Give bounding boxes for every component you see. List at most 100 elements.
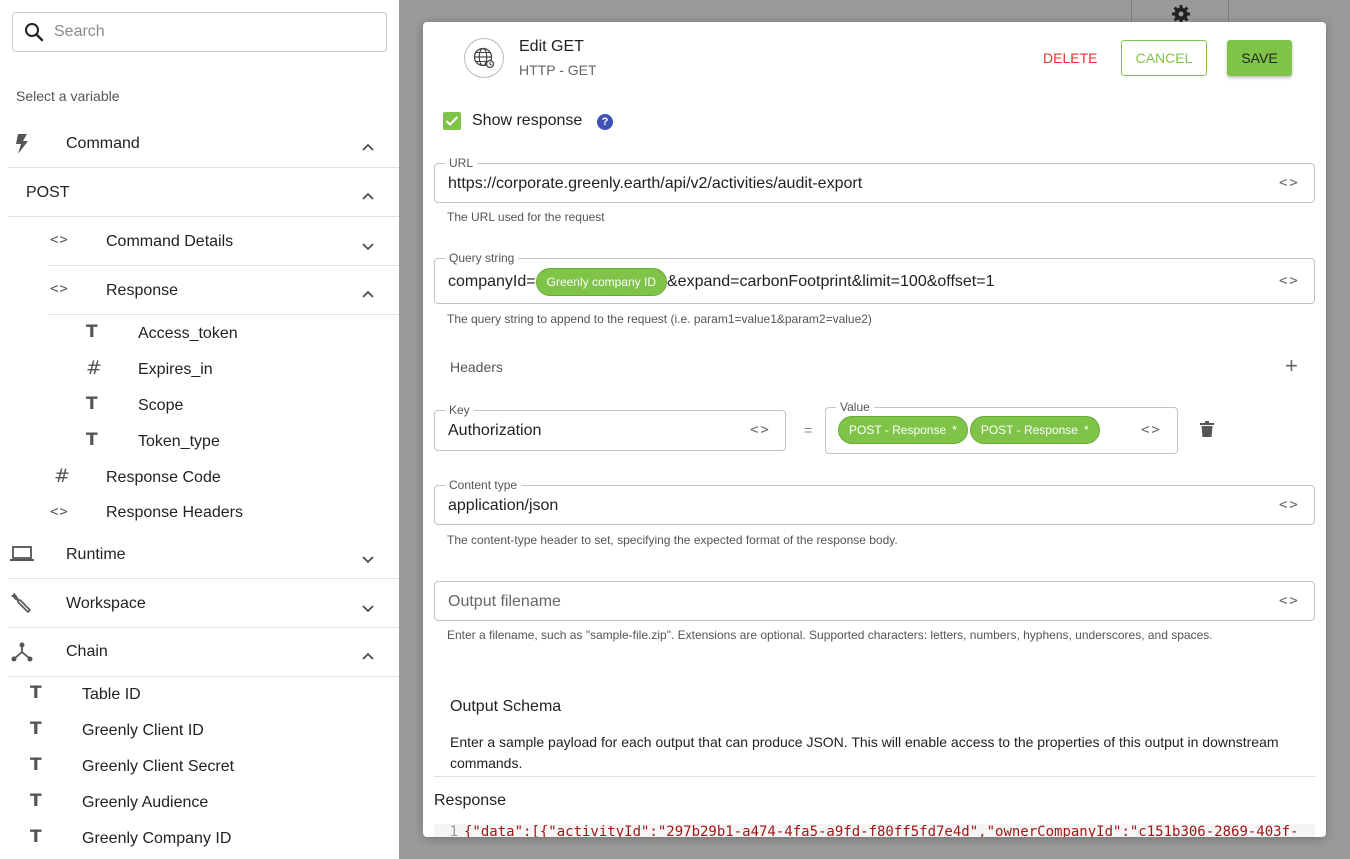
search-icon [25, 23, 44, 42]
sidebar-item-label: Table ID [82, 686, 141, 703]
code-icon[interactable]: <> [1279, 273, 1300, 289]
response-code-editor[interactable]: 1 {"data":[{"activityId":"297b29b1-a474-4… [434, 824, 1315, 837]
sidebar-item-runtime[interactable]: Runtime [8, 530, 399, 579]
header-value-chips: POST - Response * POST - Response * [838, 416, 1100, 444]
sidebar-item-label: Chain [66, 643, 108, 660]
sidebar-item-label: Greenly Audience [82, 794, 209, 811]
sidebar-item-label: POST [26, 184, 70, 201]
post-response-chip[interactable]: POST - Response * [969, 416, 1100, 444]
text-type-icon: T [30, 827, 42, 847]
code-icon: <> [50, 232, 69, 248]
show-response-label: Show response [472, 112, 583, 129]
header-key-field[interactable]: Key Authorization <> [434, 403, 786, 451]
content-type-field[interactable]: Content type application/json <> [434, 478, 1315, 525]
sidebar-item-label: Greenly Company ID [82, 830, 232, 847]
sidebar-item-label: Workspace [66, 595, 146, 612]
post-response-chip[interactable]: POST - Response * [838, 416, 968, 444]
chip-label: POST - Response [980, 423, 1078, 437]
chevron-up-icon[interactable] [362, 647, 374, 665]
sidebar-item-expires-in[interactable]: # Expires_in [80, 352, 399, 388]
number-type-icon: # [86, 357, 102, 379]
sidebar-item-greenly-company-id[interactable]: T Greenly Company ID [24, 821, 399, 857]
header-key-value: Authorization [448, 422, 542, 439]
sidebar-item-label: Greenly Client Secret [82, 758, 235, 775]
line-number: 1 [449, 824, 458, 837]
sidebar-item-post[interactable]: POST [8, 169, 399, 217]
chain-icon [11, 641, 33, 663]
text-type-icon: T [30, 755, 42, 775]
code-icon[interactable]: <> [1279, 497, 1300, 513]
dialog-subtitle: HTTP - GET [519, 62, 597, 78]
output-schema-description: Enter a sample payload for each output t… [450, 734, 1279, 771]
header-value-field[interactable]: Value POST - Response * POST - Response * … [825, 400, 1178, 454]
query-suffix: &expand=carbonFootprint&limit=100&offset… [667, 273, 995, 290]
code-icon[interactable]: <> [750, 422, 771, 438]
sidebar-item-label: Access_token [138, 325, 238, 342]
delete-button[interactable]: DELETE [1032, 40, 1108, 76]
laptop-icon [10, 546, 34, 562]
search-input[interactable] [54, 23, 354, 41]
cancel-button[interactable]: CANCEL [1121, 40, 1207, 76]
url-helper-text: The URL used for the request [447, 210, 605, 224]
sidebar-item-label: Response [106, 282, 179, 299]
url-value: https://corporate.greenly.earth/api/v2/a… [448, 175, 863, 192]
text-type-icon: T [30, 719, 42, 739]
sidebar-item-label: Scope [138, 397, 184, 414]
sidebar-item-token-type[interactable]: T Token_type [80, 424, 399, 460]
select-variable-label: Select a variable [16, 88, 120, 104]
content-type-value: application/json [448, 497, 559, 514]
sidebar-item-workspace[interactable]: Workspace [8, 579, 399, 628]
output-filename-placeholder: Output filename [448, 593, 561, 610]
search-box[interactable] [12, 12, 387, 52]
url-label: URL [445, 156, 478, 170]
code-icon[interactable]: <> [1141, 422, 1162, 438]
sidebar-item-greenly-client-secret[interactable]: T Greenly Client Secret [24, 749, 399, 785]
required-marker: * [952, 423, 957, 437]
sidebar-item-access-token[interactable]: T Access_token [80, 316, 399, 352]
sidebar-item-label: Token_type [138, 433, 220, 450]
text-type-icon: T [86, 322, 98, 342]
chevron-down-icon[interactable] [362, 551, 374, 569]
sidebar-item-table-id[interactable]: T Table ID [24, 677, 399, 713]
code-icon[interactable]: <> [1279, 593, 1300, 609]
output-filename-field[interactable]: Output filename <> [434, 581, 1315, 621]
text-type-icon: T [86, 430, 98, 450]
chevron-down-icon[interactable] [362, 600, 374, 618]
required-marker: * [1083, 423, 1089, 437]
help-icon[interactable]: ? [597, 114, 613, 130]
code-line: {"data":[{"activityId":"297b29b1-a474-4f… [464, 824, 1299, 837]
content-type-label: Content type [445, 478, 522, 492]
show-response-checkbox[interactable] [443, 112, 461, 130]
code-icon[interactable]: <> [1279, 175, 1300, 191]
output-schema-title: Output Schema [450, 698, 562, 715]
sidebar-item-scope[interactable]: T Scope [80, 388, 399, 424]
chevron-down-icon[interactable] [362, 238, 374, 256]
add-header-icon[interactable]: + [1285, 353, 1298, 379]
sidebar-item-chain[interactable]: Chain [8, 628, 399, 677]
dialog-title: Edit GET [519, 38, 584, 55]
delete-header-icon[interactable] [1200, 421, 1214, 442]
sidebar-item-response[interactable]: <> Response [48, 267, 399, 315]
sidebar-item-command-details[interactable]: <> Command Details [48, 218, 399, 266]
query-string-field[interactable]: Query string companyId= Greenly company … [434, 251, 1315, 304]
sidebar-item-response-headers[interactable]: <> Response Headers [48, 496, 399, 530]
wrench-icon [10, 591, 34, 615]
divider [434, 776, 1315, 777]
chevron-up-icon[interactable] [362, 285, 374, 303]
sidebar-item-greenly-audience[interactable]: T Greenly Audience [24, 785, 399, 821]
variable-panel: Select a variable Command POST <> Comman… [0, 0, 399, 859]
save-button[interactable]: SAVE [1227, 40, 1292, 76]
sidebar-item-label: Greenly Client ID [82, 722, 204, 739]
greenly-company-id-chip[interactable]: Greenly company ID [535, 268, 667, 296]
chevron-up-icon[interactable] [362, 138, 374, 156]
headers-label: Headers [450, 359, 503, 375]
globe-icon [464, 38, 504, 78]
number-type-icon: # [54, 465, 70, 487]
sidebar-item-greenly-client-id[interactable]: T Greenly Client ID [24, 713, 399, 749]
code-icon: <> [50, 281, 69, 297]
sidebar-item-label: Response Headers [106, 504, 243, 521]
chevron-up-icon[interactable] [362, 187, 374, 205]
sidebar-item-command[interactable]: Command [8, 120, 399, 168]
sidebar-item-response-code[interactable]: # Response Code [48, 460, 399, 496]
url-field[interactable]: URL https://corporate.greenly.earth/api/… [434, 156, 1315, 203]
